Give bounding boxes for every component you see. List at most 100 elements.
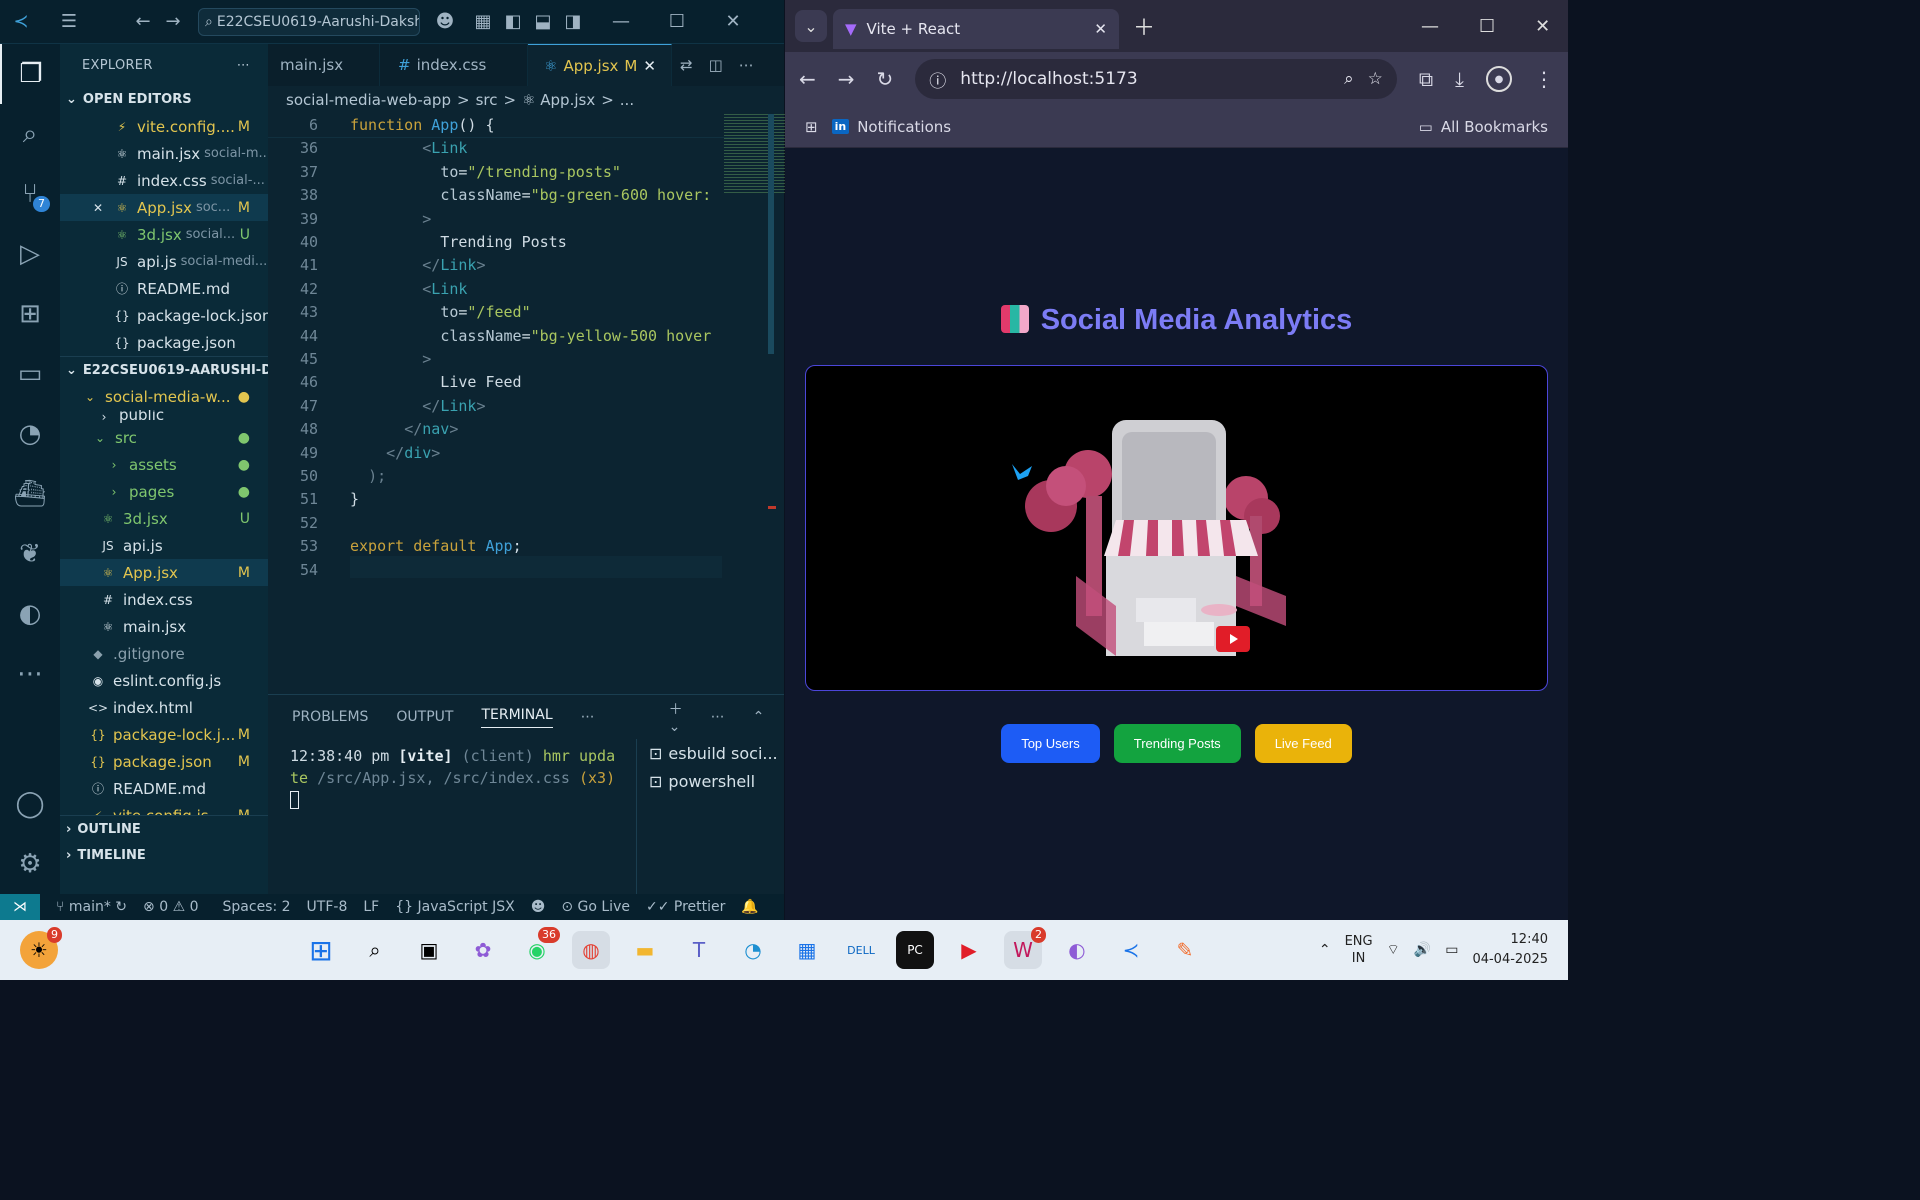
task-view-icon[interactable]: ▣ [410,931,448,969]
github-icon[interactable]: ◐ [1058,931,1096,969]
bookmark-star-icon[interactable]: ☆ [1368,69,1383,89]
microsoft-store-icon[interactable]: ▦ [788,931,826,969]
copilot-icon[interactable]: ✿ [464,931,502,969]
open-editor-item[interactable]: {} package-lock.json [60,302,268,329]
file-tree-item[interactable]: {} package.json M [60,748,268,775]
site-info-icon[interactable]: ⓘ [929,67,946,92]
file-tree-item[interactable]: ⚡ vite.config.js M [60,802,268,816]
menu-icon[interactable]: ☰ [54,7,84,37]
minimize-icon[interactable]: — [1421,16,1439,37]
webex-icon[interactable]: W2 [1004,927,1046,969]
file-tree-item[interactable]: › public [60,410,268,424]
problems-item[interactable]: ⊗ 0 ⚠ 0 [143,899,198,915]
apps-grid-icon[interactable]: ⊞ [805,118,818,136]
file-explorer-icon[interactable]: ▬ [626,931,664,969]
search-icon[interactable]: ⌕ [0,104,60,164]
remote-icon[interactable]: ⋊ [0,894,40,920]
panel-more-icon[interactable]: ⋯ [581,709,595,725]
tab-terminal[interactable]: TERMINAL [481,707,553,728]
eol-item[interactable]: LF [363,899,379,915]
maximize-icon[interactable]: ☐ [1479,16,1495,37]
breadcrumb-item[interactable]: ⚛ App.jsx [522,91,595,109]
run-debug-icon[interactable]: ▷ [0,224,60,284]
download-icon[interactable]: ⤓ [1455,67,1464,91]
settings-gear-icon[interactable]: ⚙ [0,834,60,894]
terminal-more-icon[interactable]: ⋯ [711,709,725,725]
extensions-icon[interactable]: ⧉ [1419,67,1433,91]
open-editors-section[interactable]: ⌄ OPEN EDITORS [60,86,268,113]
back-icon[interactable]: ← [128,7,158,37]
workspace-section[interactable]: ⌄ E22CSEU0619-AARUSHI-D... [60,356,268,383]
mongodb-icon[interactable]: ❦ [0,524,60,584]
prettier-item[interactable]: ✓✓ Prettier [646,899,725,915]
file-tree-item[interactable]: › pages ● [60,478,268,505]
whatsapp-icon[interactable]: ◉ 36 [518,927,560,969]
encoding-item[interactable]: UTF-8 [307,899,348,915]
tab-index-css[interactable]: # index.css [380,44,528,86]
notifications-bell-icon[interactable]: 🔔 [741,899,758,915]
volume-icon[interactable]: 🔊 [1414,942,1431,958]
draw-app-icon[interactable]: ✎ [1166,931,1204,969]
terminal-output[interactable]: 12:38:40 pm [vite] (client) hmr upda te … [290,745,620,809]
battery-icon[interactable]: ▭ [1445,942,1458,958]
split-editor-icon[interactable]: ◫ [701,44,731,86]
file-tree-item[interactable]: ⌄ social-media-w... ● [60,383,268,410]
trending-posts-button[interactable]: Trending Posts [1113,724,1241,763]
close-icon[interactable]: ✕ [1535,16,1550,37]
minimap[interactable] [724,114,786,194]
explorer-icon[interactable]: ❐ [0,44,60,104]
file-tree-item[interactable]: ◆ .gitignore [60,640,268,667]
all-bookmarks-item[interactable]: ▭ All Bookmarks [1419,118,1548,136]
show-hidden-icons-icon[interactable]: ⌃ [1319,942,1331,958]
open-editor-item[interactable]: JS api.js social-medi... [60,248,268,275]
tab-problems[interactable]: PROBLEMS [292,709,368,725]
terminal-item-powershell[interactable]: ⊡ powershell [637,767,784,795]
file-tree-item[interactable]: # index.css [60,586,268,613]
extensions-icon[interactable]: ⊞ [0,284,60,344]
bookmark-item[interactable]: in Notifications [831,118,951,136]
file-tree-item[interactable]: {} package-lock.j... M [60,721,268,748]
open-editor-item[interactable]: ✕ ⚛ App.jsx soc... M [60,194,268,221]
terminal-item-esbuild[interactable]: ⊡ esbuild soci... [637,739,784,767]
maximize-icon[interactable]: ☐ [662,7,692,37]
tab-search-icon[interactable]: ⌄ [795,10,827,42]
toggle-panel-icon[interactable]: ⬓ [528,7,558,37]
open-editor-item[interactable]: ⚡ vite.config.... M [60,113,268,140]
editor-more-icon[interactable]: ⋯ [731,44,762,86]
outline-section[interactable]: › OUTLINE [60,815,268,842]
address-bar[interactable]: ⓘ http://localhost:5173 ⌕ ☆ [915,59,1397,99]
close-icon[interactable]: ✕ [718,7,748,37]
tab-app-jsx[interactable]: ⚛ App.jsx M ✕ [528,44,672,86]
forward-icon[interactable]: → [838,67,855,91]
language-item[interactable]: {} JavaScript JSX [395,899,515,915]
search-icon[interactable]: ⌕ [356,931,394,969]
vscode-icon[interactable]: ≺ [1112,931,1150,969]
open-editor-item[interactable]: {} package.json [60,329,268,356]
live-feed-button[interactable]: Live Feed [1254,724,1352,763]
clock[interactable]: 12:40 04-04-2025 [1472,930,1548,970]
open-editor-item[interactable]: ⚛ 3d.jsx social... U [60,221,268,248]
file-tree-item[interactable]: ⚛ 3d.jsx U [60,505,268,532]
file-tree-item[interactable]: ⚛ main.jsx [60,613,268,640]
minimize-icon[interactable]: — [606,7,636,37]
top-users-button[interactable]: Top Users [1001,724,1100,763]
edge-icon[interactable]: ◔ [0,404,60,464]
command-center[interactable]: ⌕ E22CSEU0619-Aarushi-Daksh [198,7,420,36]
back-icon[interactable]: ← [799,67,816,91]
language-indicator[interactable]: ENG IN [1345,933,1373,967]
pycharm-icon[interactable]: PC [896,931,934,969]
wifi-icon[interactable]: ⌔ [1387,941,1400,959]
compare-changes-icon[interactable]: ⇄ [672,44,701,86]
dell-icon[interactable]: DELL [842,931,880,969]
copilot-status-icon[interactable]: ☻ [531,899,546,915]
youtube-icon[interactable]: ▶ [950,931,988,969]
breadcrumb-item[interactable]: ... [620,91,634,109]
file-tree-item[interactable]: › assets ● [60,451,268,478]
file-tree-item[interactable]: ⚛ App.jsx M [60,559,268,586]
edge-icon[interactable]: ◔ [734,931,772,969]
teams-icon[interactable]: T [680,931,718,969]
scrollbar[interactable] [768,114,774,354]
chrome-menu-icon[interactable]: ⋮ [1534,67,1554,91]
account-icon[interactable]: ◯ [0,774,60,834]
new-terminal-icon[interactable]: ＋⌄ [669,699,683,735]
